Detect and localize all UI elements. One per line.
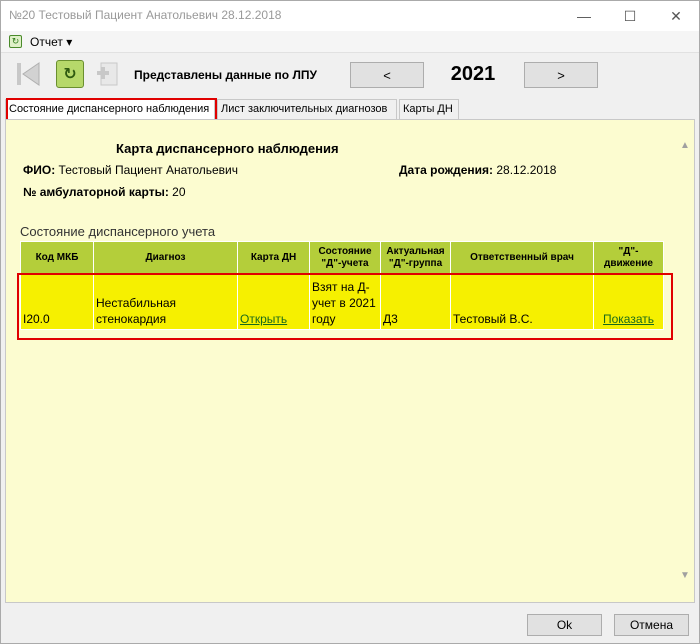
header-doctor: Ответственный врач: [450, 241, 594, 274]
patient-window: №20 Тестовый Пациент Анатольевич 28.12.2…: [0, 0, 700, 644]
tab-highlight-frame: [6, 98, 217, 121]
fio-field: ФИО: Тестовый Пациент Анатольевич: [23, 163, 238, 177]
header-d-movement: "Д"-движение: [593, 241, 664, 274]
window-title: №20 Тестовый Пациент Анатольевич 28.12.2…: [9, 8, 282, 22]
card-title: Карта диспансерного наблюдения: [116, 141, 339, 156]
add-document-icon[interactable]: [95, 61, 119, 87]
next-year-button[interactable]: >: [524, 62, 598, 88]
fio-label: ФИО:: [23, 163, 56, 177]
fio-value: Тестовый Пациент Анатольевич: [55, 163, 239, 177]
vertical-scrollbar[interactable]: ▲ ▼: [677, 120, 694, 602]
header-d-group: Актуальная "Д"-группа: [380, 241, 451, 274]
cancel-button[interactable]: Отмена: [614, 614, 689, 636]
prev-year-button[interactable]: <: [350, 62, 424, 88]
row-highlight-frame: [17, 273, 673, 340]
table-header-row: Код МКБ Диагноз Карта ДН Состояние "Д"-у…: [20, 241, 664, 274]
birth-date-label: Дата рождения:: [399, 163, 494, 177]
section-title: Состояние диспансерного учета: [20, 224, 216, 239]
birth-date-value: 28.12.2018: [493, 163, 557, 177]
data-source-label: Представлены данные по ЛПУ: [134, 68, 317, 82]
dialog-footer: Ok Отмена: [1, 605, 699, 643]
back-arrow-icon[interactable]: [15, 61, 41, 87]
report-menu[interactable]: Отчет ▾: [30, 35, 72, 49]
scroll-down-icon[interactable]: ▼: [680, 570, 690, 581]
maximize-icon[interactable]: ☐: [607, 1, 653, 31]
tab-dn-cards[interactable]: Карты ДН: [399, 99, 459, 119]
header-d-state: Состояние "Д"-учета: [309, 241, 381, 274]
card-number-field: № амбулаторной карты: 20: [23, 185, 186, 199]
menu-bar: ↻ Отчет ▾: [1, 31, 699, 53]
card-number-value: 20: [168, 185, 186, 199]
minimize-icon[interactable]: —: [561, 1, 607, 31]
toolbar: ↻ Представлены данные по ЛПУ < 2021 >: [1, 55, 699, 95]
scroll-up-icon[interactable]: ▲: [680, 140, 690, 151]
content-panel: Карта диспансерного наблюдения ФИО: Тест…: [5, 119, 695, 603]
refresh-icon[interactable]: ↻: [56, 60, 84, 88]
ok-button[interactable]: Ok: [527, 614, 602, 636]
header-diagnosis: Диагноз: [93, 241, 238, 274]
title-bar: №20 Тестовый Пациент Анатольевич 28.12.2…: [1, 1, 699, 31]
report-icon: ↻: [9, 35, 22, 48]
card-number-label: № амбулаторной карты:: [23, 185, 169, 199]
header-dn-card: Карта ДН: [237, 241, 310, 274]
header-icd-code: Код МКБ: [20, 241, 94, 274]
tab-final-diagnoses[interactable]: Лист заключительных диагнозов: [217, 99, 397, 119]
birth-date-field: Дата рождения: 28.12.2018: [399, 163, 556, 177]
close-icon[interactable]: ✕: [653, 1, 699, 31]
year-value: 2021: [450, 63, 496, 85]
